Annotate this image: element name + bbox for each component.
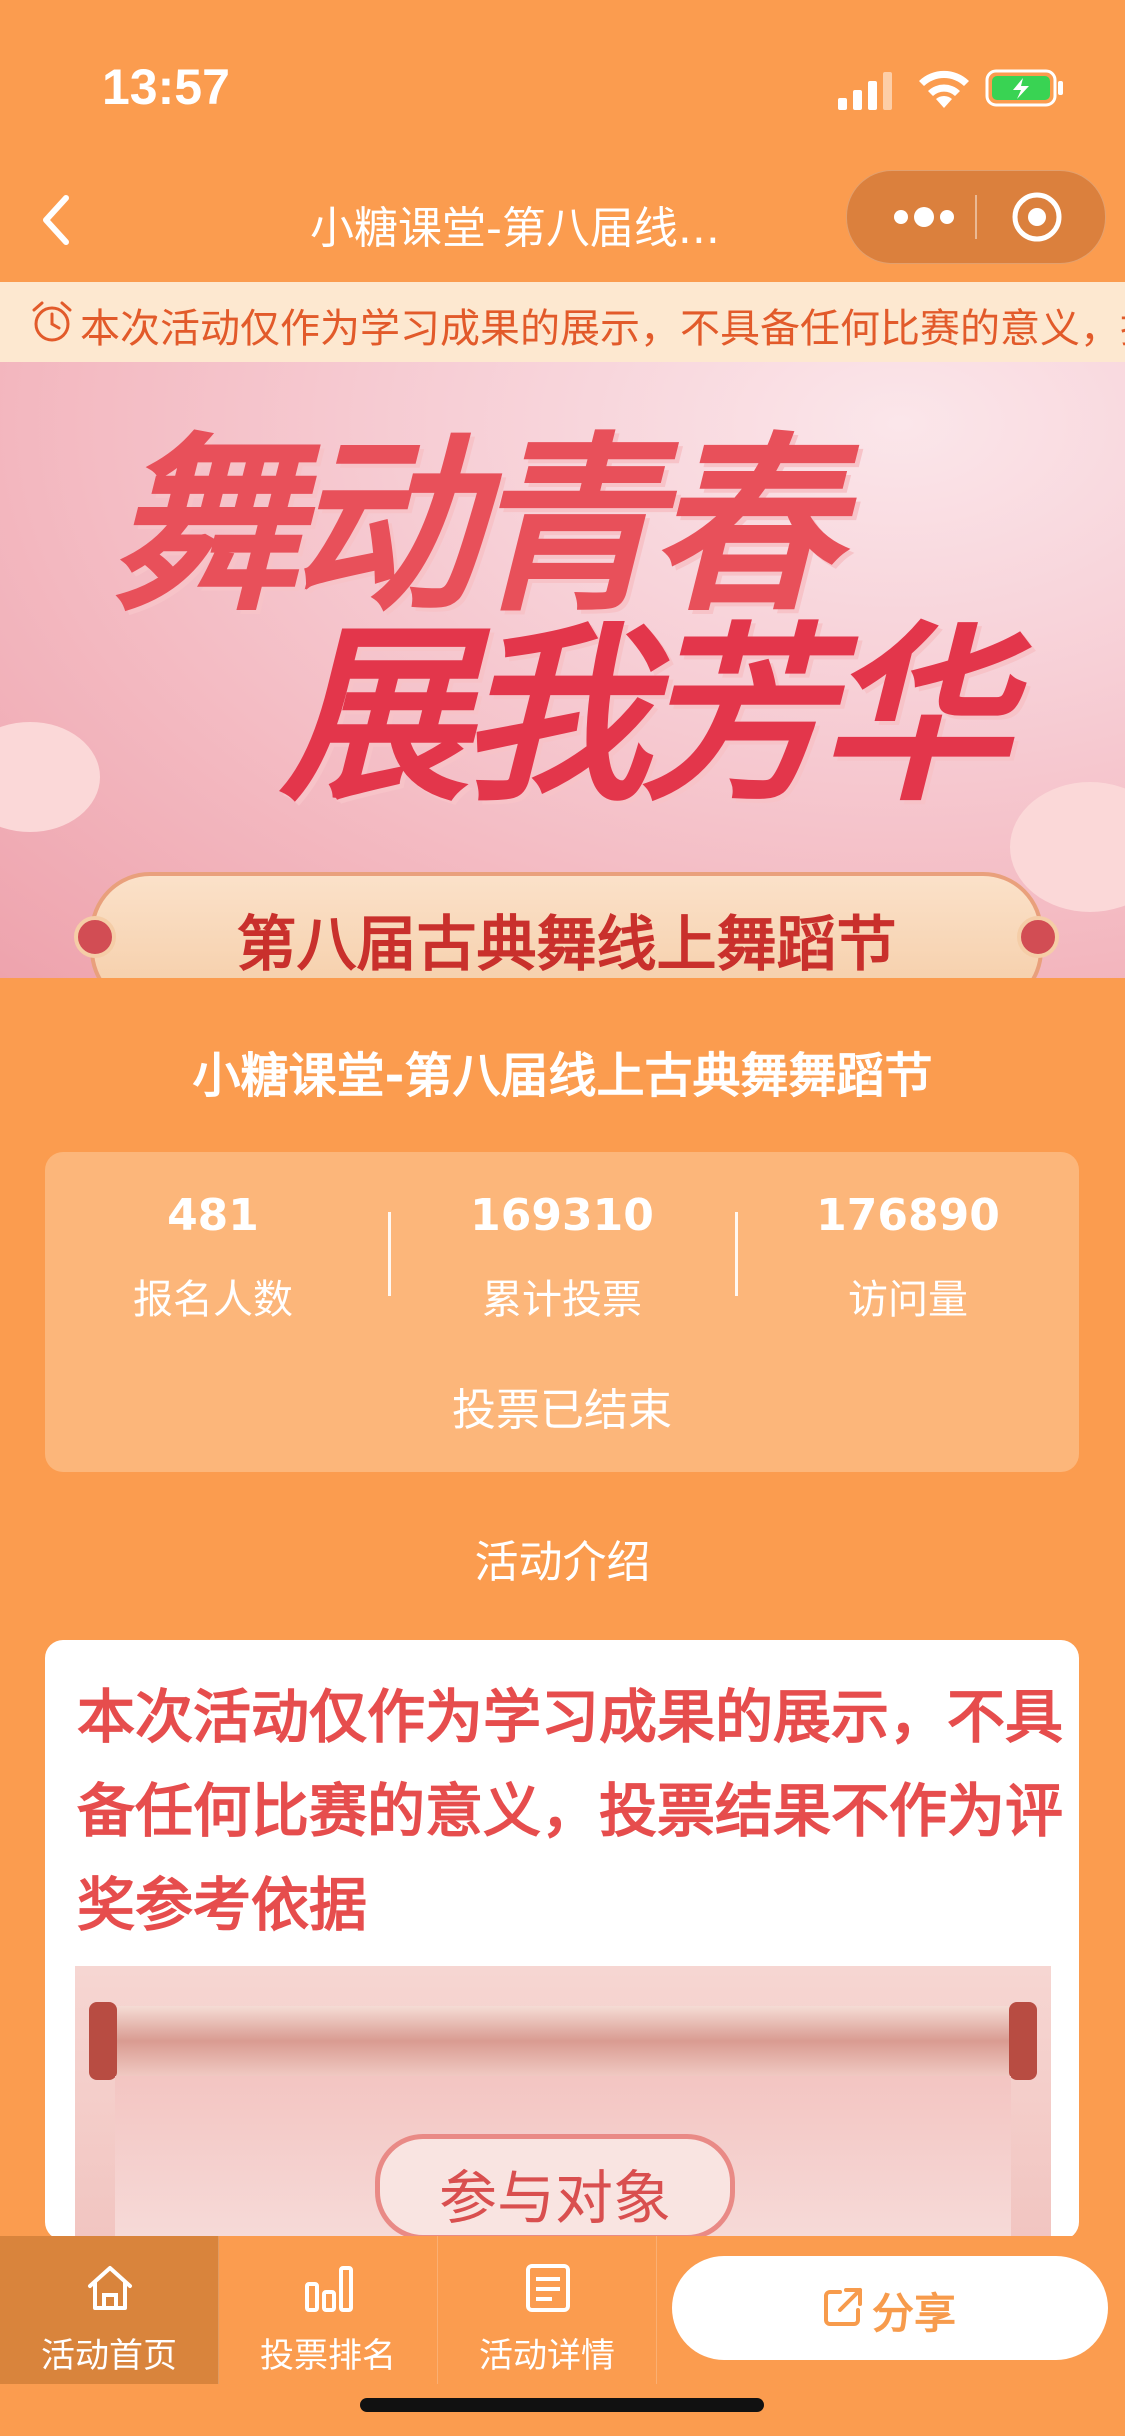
stat-total-votes: 169310 累计投票 [412, 1190, 712, 1325]
close-mini-program-icon[interactable] [1011, 191, 1063, 243]
activity-intro-card: 本次活动仅作为学习成果的展示，不具备任何比赛的意义，投票结果不作为评奖参考依据 … [45, 1640, 1079, 2240]
mini-program-capsule [846, 170, 1106, 264]
tab-vote-ranking[interactable]: 投票排名 [219, 2236, 438, 2384]
home-indicator [360, 2398, 764, 2412]
scroll-end [1009, 2002, 1037, 2080]
share-button[interactable]: 分享 [672, 2256, 1108, 2360]
page-title: 小糖课堂-第八届线上古典舞舞蹈节 [192, 1048, 933, 1104]
stat-signups: 481 报名人数 [63, 1190, 363, 1325]
scroll-label-frame: 参与对象 [375, 2134, 735, 2240]
status-bar: 13:57 [0, 0, 1125, 170]
share-icon [824, 2288, 862, 2326]
banner-slogan-line2: 展我芳华 [280, 604, 1010, 827]
scroll-rod [95, 2006, 1031, 2076]
alarm-icon [32, 301, 72, 342]
nav-bar: 小糖课堂-第八届线... [0, 170, 1125, 282]
section-title: 活动介绍 [474, 1537, 651, 1588]
intro-text: 本次活动仅作为学习成果的展示，不具备任何比赛的意义，投票结果不作为评奖参考依据 [77, 1683, 1064, 1939]
stat-divider [735, 1212, 738, 1296]
capsule-divider [975, 195, 977, 239]
bar-chart-icon [305, 2266, 353, 2312]
status-time: 13:57 [102, 59, 230, 115]
stat-label: 访问量 [848, 1277, 968, 1323]
banner-ribbon: 第八届古典舞线上舞蹈节 [74, 872, 1059, 978]
scroll-end [89, 2002, 117, 2080]
tab-home[interactable]: 活动首页 [0, 2236, 219, 2384]
stat-label: 报名人数 [133, 1277, 293, 1323]
tab-label: 活动详情 [479, 2336, 615, 2376]
tab-activity-details[interactable]: 活动详情 [438, 2236, 657, 2384]
home-icon [88, 2266, 132, 2310]
stat-label: 累计投票 [482, 1277, 642, 1323]
stat-visits: 176890 访问量 [758, 1190, 1058, 1325]
back-icon[interactable] [36, 190, 76, 250]
tab-label: 活动首页 [41, 2336, 177, 2376]
vote-status: 投票已结束 [452, 1385, 672, 1436]
notice-bar: 本次活动仅作为学习成果的展示，不具备任何比赛的意义，投票结果不作为评奖参考依据 [0, 282, 1125, 362]
scroll-label: 参与对象 [438, 2164, 671, 2232]
stat-value: 176890 [816, 1190, 1000, 1241]
banner-ribbon-text: 第八届古典舞线上舞蹈节 [236, 910, 897, 978]
notice-text: 本次活动仅作为学习成果的展示，不具备任何比赛的意义，投票结果不作为评奖参考依据 [80, 306, 1125, 352]
scroll-image: 参与对象 [75, 1966, 1051, 2240]
battery-icon [985, 69, 1063, 107]
stat-value: 481 [167, 1190, 259, 1241]
more-icon[interactable] [889, 199, 959, 235]
banner-image: 舞动青春 展我芳华 第八届古典舞线上舞蹈节 [0, 362, 1125, 978]
stats-card: 481 报名人数 169310 累计投票 176890 访问量 投票已结束 [45, 1152, 1079, 1472]
share-label: 分享 [872, 2289, 957, 2338]
document-icon [526, 2264, 570, 2312]
wifi-icon [919, 70, 969, 108]
cloud-decoration [0, 722, 100, 832]
nav-title: 小糖课堂-第八届线... [310, 203, 720, 254]
stat-value: 169310 [470, 1190, 654, 1241]
tab-label: 投票排名 [260, 2336, 396, 2376]
signal-icon [838, 72, 892, 110]
stat-divider [388, 1212, 391, 1296]
